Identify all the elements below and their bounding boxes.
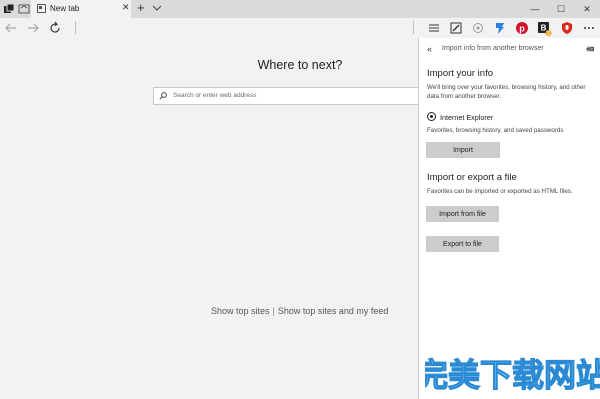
back-icon[interactable]: « <box>427 44 432 54</box>
watermark-logo: 完美下载网站 <box>425 355 600 394</box>
extension-bookmark-icon[interactable] <box>492 20 508 36</box>
export-to-file-button[interactable]: Export to file <box>426 236 499 252</box>
new-tab-button[interactable]: + <box>137 0 145 16</box>
tabs-preview-icon[interactable] <box>18 3 30 15</box>
pinterest-icon[interactable]: p <box>514 20 530 36</box>
share-icon[interactable] <box>470 20 486 36</box>
tab-new-tab[interactable]: New tab ✕ <box>31 0 131 18</box>
extension-badge-icon[interactable]: B 3 <box>536 20 552 36</box>
top-sites-options: Show top sites | Show top sites and my fee… <box>211 306 388 316</box>
import-description: We'll bring over your favorites, browsin… <box>427 84 586 100</box>
import-button[interactable]: Import <box>426 142 500 158</box>
page-icon <box>37 4 46 13</box>
tab-strip: New tab ✕ + — ☐ ✕ <box>0 0 600 18</box>
search-icon <box>159 92 167 100</box>
close-tab-icon[interactable]: ✕ <box>122 2 130 13</box>
hub-icon[interactable] <box>426 20 442 36</box>
browser-radio[interactable] <box>427 112 436 121</box>
pane-title: Import info from another browser <box>442 45 544 52</box>
navigation-bar <box>0 18 600 38</box>
svg-text:p: p <box>519 23 525 33</box>
pin-icon[interactable] <box>585 44 595 54</box>
show-top-sites-link[interactable]: Show top sites <box>211 306 270 316</box>
tab-title: New tab <box>50 4 80 13</box>
chevron-down-icon[interactable] <box>152 2 162 14</box>
browser-option-description: Favorites, browsing history, and saved p… <box>427 127 564 134</box>
more-icon[interactable] <box>581 20 597 36</box>
new-tab-page: Where to next? Search or enter web addre… <box>0 38 419 399</box>
pane-header: « Import info from another browser <box>419 38 600 60</box>
toolbar-divider <box>75 21 76 34</box>
link-separator: | <box>272 306 275 316</box>
minimize-button[interactable]: — <box>522 0 548 18</box>
tab-set-aside-icon[interactable] <box>3 3 15 15</box>
import-settings-pane: « Import info from another browser Impor… <box>418 38 600 399</box>
close-window-button[interactable]: ✕ <box>574 0 600 18</box>
toolbar-divider <box>413 21 414 34</box>
show-top-sites-feed-link[interactable]: Show top sites and my feed <box>278 306 389 316</box>
file-description: Favorites can be imported or exported as… <box>427 188 573 195</box>
svg-text:B: B <box>541 24 547 33</box>
search-input[interactable]: Search or enter web address <box>153 87 419 105</box>
import-heading: Import your info <box>427 68 493 79</box>
web-note-icon[interactable] <box>448 20 464 36</box>
file-heading: Import or export a file <box>427 172 517 183</box>
browser-option-label[interactable]: Internet Explorer <box>440 113 493 122</box>
import-from-file-button[interactable]: Import from file <box>426 206 499 222</box>
forward-icon[interactable] <box>25 20 41 36</box>
maximize-button[interactable]: ☐ <box>548 0 574 18</box>
back-icon[interactable] <box>3 20 19 36</box>
watermark-text: 完美下载网站 <box>425 356 600 394</box>
refresh-icon[interactable] <box>47 20 63 36</box>
search-placeholder: Search or enter web address <box>173 92 257 99</box>
shield-extension-icon[interactable] <box>559 20 575 36</box>
badge-count: 3 <box>547 31 550 36</box>
